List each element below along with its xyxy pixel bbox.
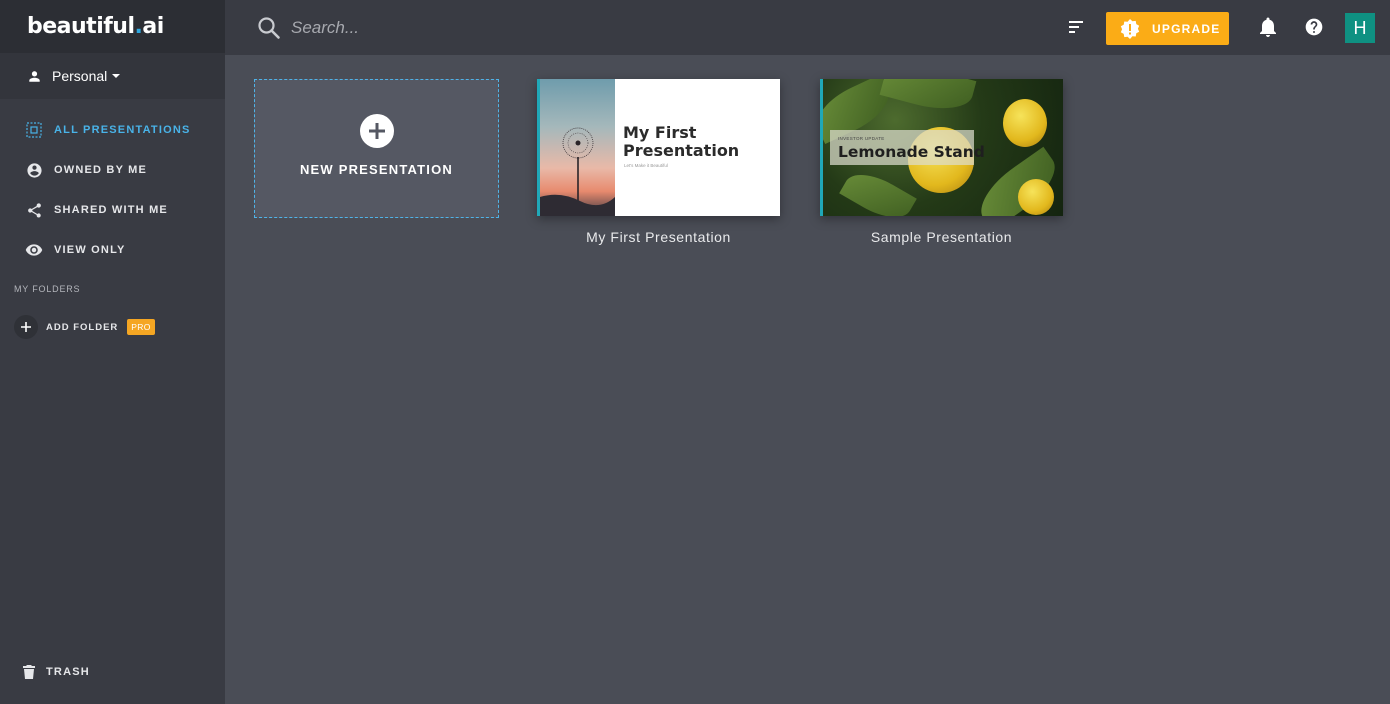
slide-kicker: INVESTOR UPDATE — [838, 136, 885, 141]
person-icon — [29, 70, 40, 82]
sidebar-item-owned-by-me[interactable]: OWNED BY ME — [0, 150, 225, 190]
slide-title: My First Presentation — [623, 123, 740, 160]
sidebar-item-trash[interactable]: TRASH — [22, 664, 90, 680]
my-folders-heading: MY FOLDERS — [14, 284, 81, 294]
add-folder-label: ADD FOLDER — [46, 321, 119, 333]
plus-icon — [359, 114, 394, 148]
dandelion-image — [537, 79, 615, 216]
sidebar-item-shared-with-me[interactable]: SHARED WITH ME — [0, 190, 225, 230]
plus-icon — [14, 315, 38, 339]
trash-icon — [23, 665, 35, 679]
bell-icon[interactable] — [1259, 17, 1277, 37]
new-presentation-button[interactable]: NEW PRESENTATION — [254, 79, 499, 218]
workspace-selector[interactable]: Personal — [0, 53, 225, 99]
search-input[interactable] — [291, 14, 691, 42]
app-logo[interactable]: beautiful. ai — [0, 0, 225, 53]
logo-text: beautiful — [27, 14, 135, 39]
presentation-thumbnail[interactable]: INVESTOR UPDATE Lemonade Stand — [820, 79, 1063, 216]
sidebar-item-label: OWNED BY ME — [54, 164, 148, 176]
logo-suffix: ai — [142, 14, 164, 39]
all-presentations-icon — [25, 121, 43, 139]
avatar[interactable]: H — [1345, 13, 1375, 43]
logo-dot: . — [134, 14, 143, 39]
slide-title: Lemonade Stand — [838, 143, 985, 161]
pro-badge: PRO — [127, 319, 155, 335]
search-icon — [258, 17, 280, 39]
upgrade-button[interactable]: UPGRADE — [1106, 12, 1229, 45]
leaf-shape — [839, 163, 917, 216]
add-folder-button[interactable]: ADD FOLDER PRO — [0, 307, 225, 347]
lemon-shape — [1018, 179, 1054, 215]
sidebar-item-label: ALL PRESENTATIONS — [54, 124, 191, 136]
presentation-title[interactable]: My First Presentation — [537, 229, 780, 245]
sidebar-item-label: SHARED WITH ME — [54, 204, 168, 216]
sidebar-item-label: VIEW ONLY — [54, 244, 126, 256]
trash-label: TRASH — [46, 666, 90, 678]
presentation-card[interactable]: My First Presentation Let's Make it Beau… — [537, 79, 780, 245]
workspace-name: Personal — [52, 68, 108, 84]
account-circle-icon — [25, 161, 43, 179]
sort-icon[interactable] — [1068, 20, 1084, 34]
alert-badge-icon — [1120, 18, 1140, 39]
share-icon — [25, 201, 43, 219]
presentation-thumbnail[interactable]: My First Presentation Let's Make it Beau… — [537, 79, 780, 216]
caret-down-icon — [112, 74, 121, 78]
upgrade-label: UPGRADE — [1152, 21, 1221, 36]
presentation-card[interactable]: INVESTOR UPDATE Lemonade Stand Sample Pr… — [820, 79, 1063, 245]
new-presentation-label: NEW PRESENTATION — [299, 162, 454, 177]
sidebar-nav: ALL PRESENTATIONS OWNED BY ME SHARED WIT… — [0, 110, 225, 270]
sidebar-item-all-presentations[interactable]: ALL PRESENTATIONS — [0, 110, 225, 150]
lemon-shape — [1003, 99, 1047, 147]
top-bar: UPGRADE H — [225, 0, 1390, 55]
sidebar-item-view-only[interactable]: VIEW ONLY — [0, 230, 225, 270]
help-icon[interactable] — [1304, 17, 1324, 37]
presentation-title[interactable]: Sample Presentation — [820, 229, 1063, 245]
sidebar: beautiful. ai Personal ALL PRESENTATIONS … — [0, 0, 225, 704]
slide-subtitle: Let's Make it Beautiful — [624, 163, 668, 168]
slide-preview: My First Presentation Let's Make it Beau… — [615, 79, 780, 216]
leaf-shape — [879, 79, 977, 118]
eye-icon — [25, 241, 43, 259]
